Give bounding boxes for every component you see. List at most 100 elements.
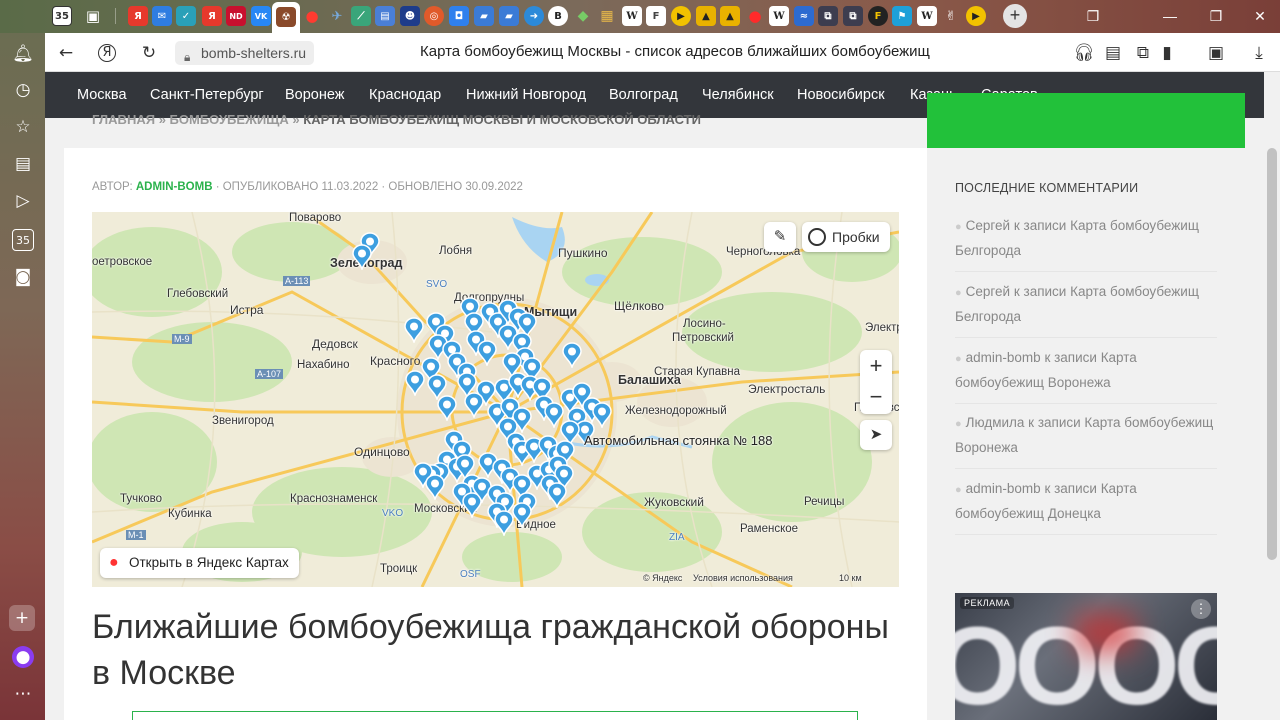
- nav-link-novosibirsk[interactable]: Новосибирск: [797, 87, 885, 103]
- scrollbar-thumb[interactable]: [1267, 148, 1277, 560]
- shelter-pin-icon[interactable]: [464, 392, 484, 418]
- shelter-pin-icon[interactable]: [437, 395, 457, 421]
- tab-yandex-icon[interactable]: Я: [128, 6, 148, 26]
- tab-yandex-icon-2[interactable]: Я: [202, 6, 222, 26]
- nav-link-nizhny[interactable]: Нижний Новгород: [466, 87, 586, 103]
- back-arrow-icon[interactable]: ←: [55, 42, 77, 64]
- tab-doc-icon[interactable]: ▤: [375, 6, 395, 26]
- active-tab[interactable]: ☢: [272, 2, 300, 33]
- url-pill[interactable]: 🔒︎ bomb-shelters.ru: [175, 41, 315, 65]
- reload-icon[interactable]: ↻: [138, 42, 160, 64]
- comment-item[interactable]: ● admin-bomb к записи Карта бомбоубежищ Д…: [955, 477, 1217, 535]
- tab-nd-icon[interactable]: ND: [226, 6, 246, 26]
- nav-link-spb[interactable]: Санкт-Петербург: [150, 87, 264, 103]
- tab-map-icon[interactable]: ◆: [573, 6, 593, 26]
- tab-folder-icon[interactable]: ▣: [83, 6, 103, 26]
- nav-link-chelyabinsk[interactable]: Челябинск: [702, 87, 774, 103]
- video-icon[interactable]: ▷: [12, 190, 34, 212]
- shelter-pin-icon[interactable]: [512, 502, 532, 528]
- tab-circle-icon[interactable]: ◎: [424, 6, 444, 26]
- nav-link-moscow[interactable]: Москва: [77, 87, 127, 103]
- shelter-pin-icon[interactable]: [562, 342, 582, 368]
- translate-icon[interactable]: ⧉: [1132, 42, 1154, 64]
- comment-text[interactable]: Людмила к записи Карта бомбоубежищ Ворон…: [955, 415, 1213, 455]
- shelter-pin-icon[interactable]: [592, 402, 612, 428]
- close-window-icon[interactable]: ✕: [1250, 6, 1270, 26]
- nav-link-krasnodar[interactable]: Краснодар: [369, 87, 441, 103]
- comment-text[interactable]: Сергей к записи Карта бомбоубежищ Белгор…: [955, 218, 1199, 258]
- geolocation-button[interactable]: ➤: [860, 420, 892, 450]
- tab-manager-icon[interactable]: ❐: [1083, 6, 1103, 26]
- tab-image-icon-2[interactable]: ▲: [720, 6, 740, 26]
- tab-person-icon[interactable]: ☻: [400, 6, 420, 26]
- comment-item[interactable]: ● Сергей к записи Карта бомбоубежищ Белго…: [955, 280, 1217, 338]
- breadcrumb-home[interactable]: ГЛАВНАЯ: [92, 112, 155, 127]
- ruler-button[interactable]: ✎: [764, 222, 796, 252]
- tab-f-icon[interactable]: F: [646, 6, 666, 26]
- tab-vk-icon[interactable]: VK: [251, 6, 271, 26]
- yandex-logo-icon[interactable]: Я: [98, 44, 116, 62]
- tab-image-icon[interactable]: ▲: [696, 6, 716, 26]
- download-icon[interactable]: ⤓: [1248, 42, 1270, 64]
- tab-flag-icon[interactable]: ⚑: [892, 6, 912, 26]
- nav-link-voronezh[interactable]: Воронеж: [285, 87, 344, 103]
- shelter-pin-icon[interactable]: [404, 317, 424, 343]
- tab-wiki-icon[interactable]: W: [622, 6, 642, 26]
- tab-chat-icon[interactable]: ◘: [449, 6, 469, 26]
- tab-wiki-icon-2[interactable]: W: [769, 6, 789, 26]
- add-panel-icon[interactable]: +: [9, 605, 35, 631]
- new-tab-button[interactable]: +: [1003, 4, 1027, 28]
- tab-send-icon[interactable]: ✈: [327, 6, 347, 26]
- tab-play-icon[interactable]: ▶: [671, 6, 691, 26]
- tab-maps-pin-icon[interactable]: ●: [302, 6, 322, 26]
- tab-f-dark-icon[interactable]: F: [868, 6, 888, 26]
- map-terms-link[interactable]: Условия использования: [693, 573, 793, 583]
- open-in-yandex-maps-button[interactable]: ● Открыть в Яндекс Картах: [100, 548, 299, 578]
- zoom-in-button[interactable]: +: [860, 351, 892, 381]
- bell-icon[interactable]: 🔔︎: [12, 43, 34, 65]
- tab-mail-icon[interactable]: ✉: [152, 6, 172, 26]
- comment-item[interactable]: ● admin-bomb к записи Карта бомбоубежищ В…: [955, 346, 1217, 404]
- tab-book-icon[interactable]: ▰: [474, 6, 494, 26]
- tab-wave-icon[interactable]: ≈: [794, 6, 814, 26]
- bookmark-icon[interactable]: ▮: [1156, 42, 1178, 64]
- author-link[interactable]: ADMIN-BOMB: [136, 181, 213, 193]
- tab-red-dot-icon[interactable]: ●: [745, 6, 765, 26]
- tab-grid-icon[interactable]: ▦: [597, 6, 617, 26]
- comment-text[interactable]: admin-bomb к записи Карта бомбоубежищ Во…: [955, 350, 1137, 390]
- advertisement[interactable]: OOOO РЕКЛАМА ⋮: [955, 593, 1217, 720]
- comment-item[interactable]: ● Сергей к записи Карта бомбоубежищ Белго…: [955, 214, 1217, 272]
- camera-icon[interactable]: ◙: [12, 266, 34, 288]
- tab-stack-icon[interactable]: ⧉: [818, 6, 838, 26]
- shelter-pin-icon[interactable]: [494, 510, 514, 536]
- tab-stack-icon-2[interactable]: ⧉: [843, 6, 863, 26]
- shelter-pin-icon[interactable]: [352, 244, 372, 270]
- shelter-pin-icon[interactable]: [477, 340, 497, 366]
- comment-text[interactable]: Сергей к записи Карта бомбоубежищ Белгор…: [955, 284, 1199, 324]
- nav-link-volgograd[interactable]: Волгоград: [609, 87, 678, 103]
- traffic-button[interactable]: Пробки: [802, 222, 890, 252]
- comment-item[interactable]: ● Людмила к записи Карта бомбоубежищ Воро…: [955, 411, 1217, 469]
- tab-arrow-icon[interactable]: ➜: [524, 6, 544, 26]
- shelter-pin-icon[interactable]: [547, 482, 567, 508]
- tab-hands-icon[interactable]: ✌: [941, 6, 961, 26]
- restore-icon[interactable]: ❐: [1206, 6, 1226, 26]
- history-icon[interactable]: ◷: [12, 79, 34, 101]
- headphones-icon[interactable]: 🎧︎: [1073, 42, 1095, 64]
- shelter-pin-icon[interactable]: [425, 474, 445, 500]
- minimize-icon[interactable]: —: [1160, 6, 1180, 26]
- alice-icon[interactable]: ●: [12, 646, 34, 668]
- star-icon[interactable]: ☆: [12, 116, 34, 138]
- collections-icon[interactable]: ▤: [12, 153, 34, 175]
- badge-icon[interactable]: 35: [12, 229, 34, 251]
- yandex-map[interactable]: Поварово Зеленоград Лобня Пушкино Черног…: [92, 212, 899, 587]
- zoom-out-button[interactable]: −: [860, 382, 892, 412]
- tab-chart-icon[interactable]: ⟋: [351, 6, 371, 26]
- tab-book-icon-2[interactable]: ▰: [499, 6, 519, 26]
- tab-wiki-icon-3[interactable]: W: [917, 6, 937, 26]
- tab-badge-icon[interactable]: 35: [52, 6, 72, 26]
- collections-add-icon[interactable]: ▣: [1205, 42, 1227, 64]
- tab-b-icon[interactable]: B: [548, 6, 568, 26]
- ad-menu-icon[interactable]: ⋮: [1191, 599, 1211, 619]
- reader-icon[interactable]: ▤: [1102, 42, 1124, 64]
